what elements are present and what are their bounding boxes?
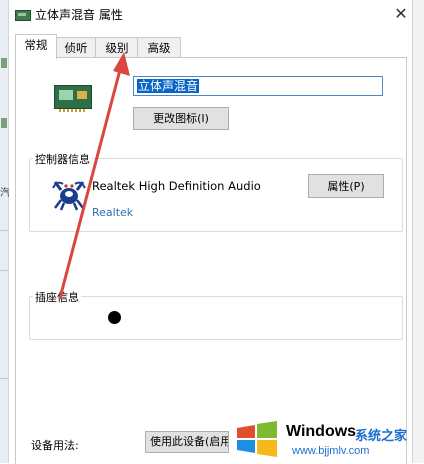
sound-card-icon [54,85,92,112]
watermark-suffix: 系统之家 [355,429,408,444]
title-bar[interactable]: 立体声混音 属性 ✕ [9,0,411,30]
close-button[interactable]: ✕ [391,3,411,25]
jack-info-group [29,296,403,340]
controller-properties-button[interactable]: 属性(P) [308,174,384,198]
watermark-url: www.bjjmlv.com [292,445,370,457]
background-window-left: 汽 [0,0,10,463]
tab-strip: 常规 侦听 级别 高级 [9,34,411,59]
vendor-link[interactable]: Realtek [92,206,133,219]
windows-logo-icon [237,421,277,457]
controller-info-label: 控制器信息 [33,151,92,167]
device-name-value: 立体声混音 [137,79,200,93]
tab-listen[interactable]: 侦听 [55,37,97,58]
device-usage-label: 设备用法: [31,439,79,452]
sound-card-icon [15,10,31,21]
device-name-input[interactable]: 立体声混音 [133,76,383,96]
change-icon-button[interactable]: 更改图标(I) [133,107,229,130]
jack-info-label: 插座信息 [33,289,81,305]
device-usage-select[interactable]: 使用此设备(启用 [145,431,229,453]
watermark: Windows 系统之家 www.bjjmlv.com [231,414,424,463]
window-title: 立体声混音 属性 [35,8,123,22]
cursor-dot-marker [108,311,121,324]
tab-general[interactable]: 常规 [15,34,57,59]
background-window-right [412,0,424,463]
tab-levels[interactable]: 级别 [95,37,139,58]
realtek-crab-icon [52,181,86,211]
properties-dialog: 立体声混音 属性 ✕ 常规 侦听 级别 高级 立体声混音 更改图标(I) 控制器… [9,0,411,464]
watermark-brand: Windows [286,423,357,440]
driver-name: Realtek High Definition Audio [92,179,261,193]
device-usage-value: 使用此设备(启用 [150,435,229,448]
close-icon: ✕ [394,4,408,23]
tab-advanced[interactable]: 高级 [137,37,181,58]
